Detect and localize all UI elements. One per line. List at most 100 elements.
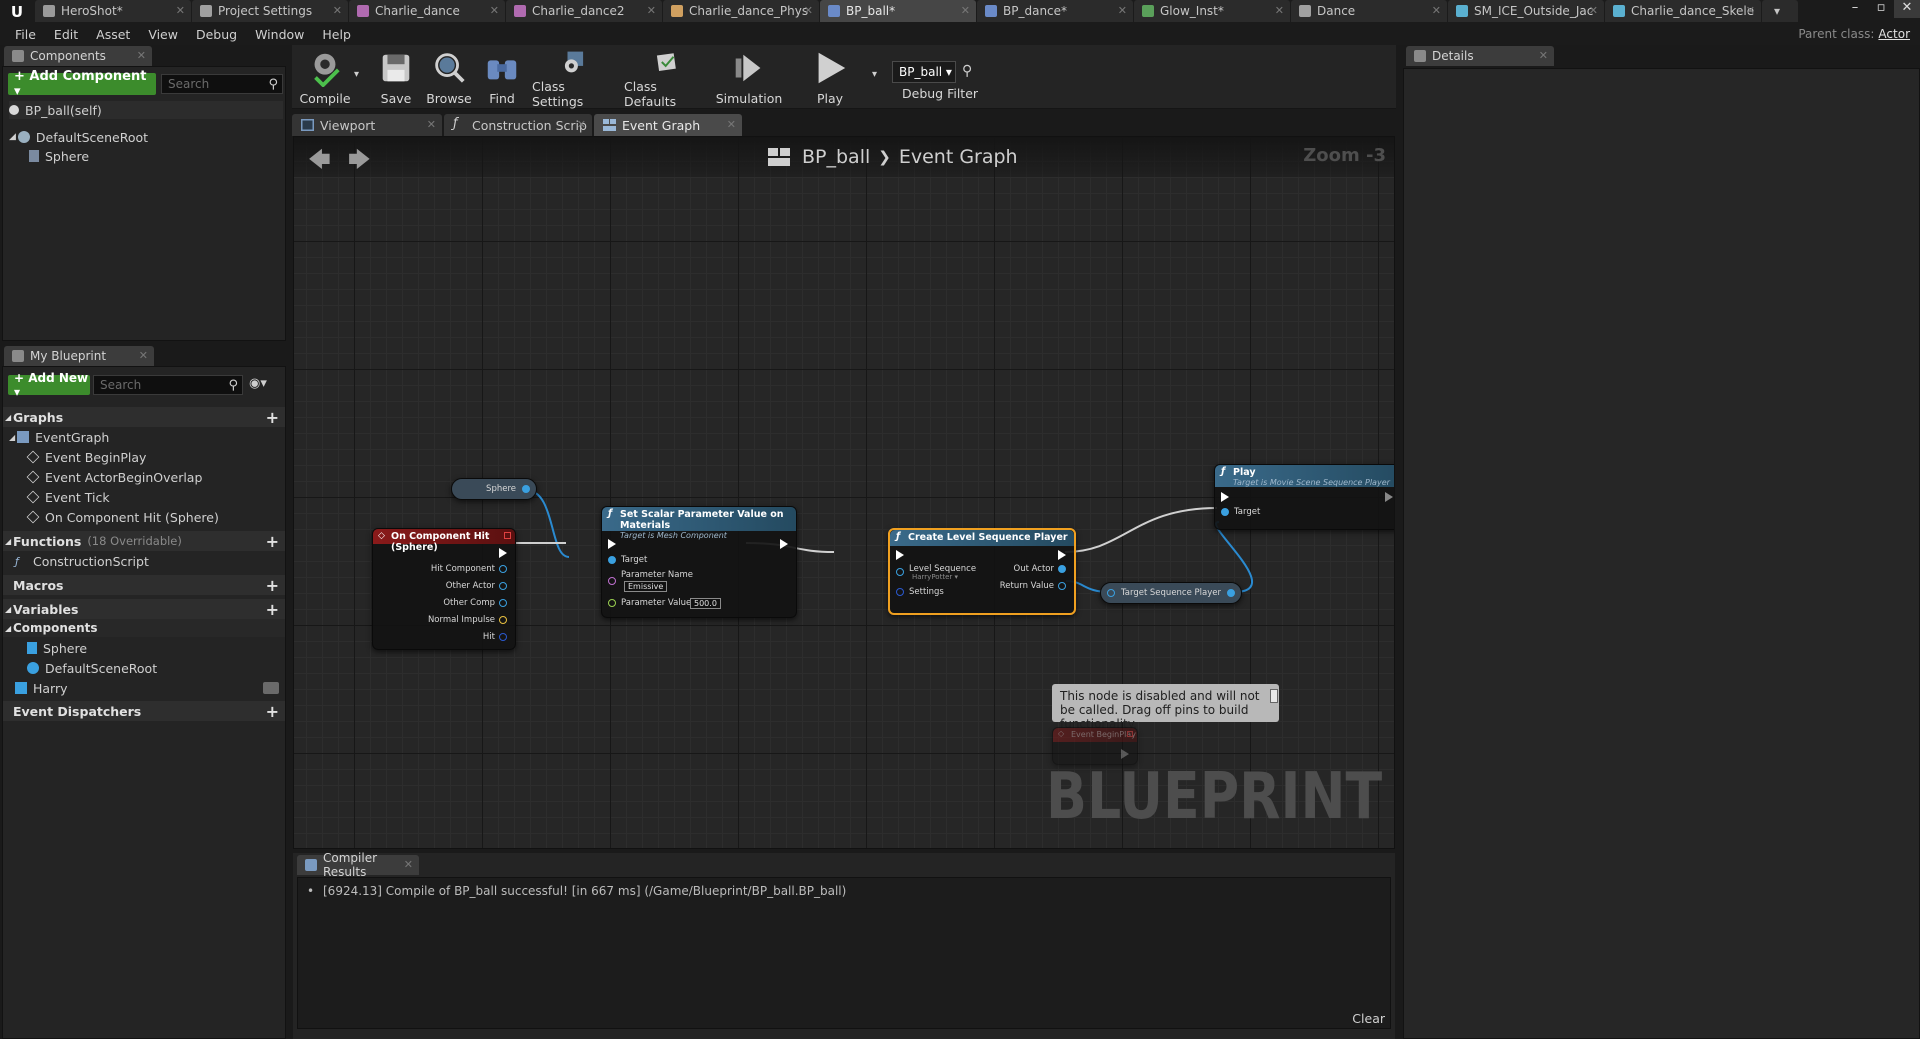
doc-tab-glow-inst[interactable]: Glow_Inst* ✕ <box>1134 0 1290 22</box>
close-window-button[interactable]: ✕ <box>1894 0 1920 18</box>
settings-pin[interactable] <box>896 588 904 596</box>
compile-button[interactable]: Compile <box>298 49 352 109</box>
component-tree-item-sphere[interactable]: Sphere <box>29 147 89 165</box>
compiler-results-tab[interactable]: Compiler Results ✕ <box>297 851 419 879</box>
delegate-pin-icon[interactable] <box>1127 731 1133 737</box>
node-create-level-sequence-player[interactable]: ƒ Create Level Sequence Player Level Seq… <box>888 528 1076 615</box>
exec-out-pin[interactable] <box>1385 492 1393 502</box>
components-panel-tab[interactable]: Components ✕ <box>4 46 152 66</box>
menu-asset[interactable]: Asset <box>87 27 139 42</box>
target-pin[interactable] <box>1107 589 1115 597</box>
close-icon[interactable]: ✕ <box>139 349 148 362</box>
variable-item-harry[interactable]: Harry <box>15 679 283 697</box>
add-macro-button[interactable]: + <box>266 576 279 595</box>
view-options-eye-icon[interactable]: ◉▾ <box>249 376 267 391</box>
menu-help[interactable]: Help <box>313 27 360 42</box>
hit-component-pin[interactable] <box>499 565 507 573</box>
event-dispatchers-section-header[interactable]: Event Dispatchers + <box>3 701 285 721</box>
doc-tab-charlie-dance2[interactable]: Charlie_dance2 ✕ <box>506 0 662 22</box>
hit-result-pin[interactable] <box>499 633 507 641</box>
clear-button[interactable]: Clear <box>1352 1011 1385 1026</box>
class-defaults-button[interactable]: Class Defaults <box>624 49 710 109</box>
add-function-button[interactable]: + <box>266 532 279 551</box>
macros-section-header[interactable]: Macros + <box>3 575 285 595</box>
variables-section-header[interactable]: ◢ Variables + <box>3 599 285 619</box>
find-button[interactable]: Find <box>480 49 524 109</box>
level-sequence-dropdown[interactable]: HarryPotter ▾ <box>912 573 958 581</box>
add-component-button[interactable]: + Add Component ▾ <box>8 69 156 99</box>
add-graph-button[interactable]: + <box>266 408 279 427</box>
add-new-button[interactable]: + Add New ▾ <box>8 371 90 399</box>
menu-view[interactable]: View <box>139 27 187 42</box>
function-item-constructionscript[interactable]: ƒ ConstructionScript <box>15 552 149 570</box>
close-icon[interactable]: ✕ <box>404 858 413 871</box>
parameter-name-pin[interactable] <box>608 577 616 585</box>
close-icon[interactable]: ✕ <box>577 118 586 131</box>
level-sequence-pin[interactable] <box>896 568 904 576</box>
menu-edit[interactable]: Edit <box>45 27 87 42</box>
close-icon[interactable]: ✕ <box>961 4 970 17</box>
exec-out-pin[interactable] <box>780 539 788 549</box>
menu-window[interactable]: Window <box>246 27 313 42</box>
event-item-oncomponenthit[interactable]: On Component Hit (Sphere) <box>26 508 219 526</box>
menu-debug[interactable]: Debug <box>187 27 246 42</box>
exec-in-pin[interactable] <box>896 550 904 560</box>
graphs-section-header[interactable]: ◢ Graphs + <box>3 407 285 427</box>
close-icon[interactable]: ✕ <box>137 49 146 62</box>
close-icon[interactable]: ✕ <box>490 4 499 17</box>
exec-in-pin[interactable] <box>608 539 616 549</box>
debug-filter-select[interactable]: BP_ball ▾ <box>892 61 956 83</box>
functions-section-header[interactable]: ◢ Functions (18 Overridable) + <box>3 531 285 551</box>
play-options-chevron-icon[interactable]: ▾ <box>872 69 877 80</box>
doc-tab-charlie-dance[interactable]: Charlie_dance ✕ <box>349 0 505 22</box>
play-button[interactable]: Play <box>808 49 852 109</box>
save-button[interactable]: Save <box>374 49 418 109</box>
my-blueprint-search-input[interactable]: Search ⚲ <box>93 375 243 395</box>
target-pin[interactable] <box>1221 508 1229 516</box>
self-component-row[interactable]: BP_ball(self) <box>9 101 283 119</box>
close-icon[interactable]: ✕ <box>333 4 342 17</box>
node-sequence-player-getter[interactable]: Target Sequence Player <box>1100 582 1242 604</box>
close-icon[interactable]: ✕ <box>1539 49 1548 62</box>
target-pin[interactable] <box>608 556 616 564</box>
normal-impulse-pin[interactable] <box>499 616 507 624</box>
event-graph-canvas[interactable]: 🡄 🡆 BP_ball ❯ Event Graph Zoom -3 Sphere <box>293 136 1395 849</box>
doc-tab-project-settings[interactable]: Project Settings ✕ <box>192 0 348 22</box>
parent-class-link[interactable]: Actor <box>1878 27 1910 41</box>
node-set-scalar-parameter[interactable]: ƒ Set Scalar Parameter Value on Material… <box>601 506 797 618</box>
exec-out-pin[interactable] <box>499 548 507 558</box>
close-icon[interactable]: ✕ <box>1432 4 1441 17</box>
search-icon[interactable]: ⚲ <box>962 63 972 79</box>
event-item-tick[interactable]: Event Tick <box>26 488 110 506</box>
maximize-button[interactable]: ▫ <box>1868 0 1894 18</box>
minimize-button[interactable]: – <box>1842 0 1868 18</box>
close-icon[interactable]: ✕ <box>1275 4 1284 17</box>
doc-tab-bp-ball[interactable]: BP_ball* ✕ <box>820 0 976 22</box>
doc-tab-overflow[interactable]: ▾ <box>1762 0 1798 22</box>
my-blueprint-panel-tab[interactable]: My Blueprint ✕ <box>4 346 154 366</box>
menu-file[interactable]: File <box>6 27 45 42</box>
node-play[interactable]: ƒ Play Target is Movie Scene Sequence Pl… <box>1214 464 1394 530</box>
doc-tab-dance[interactable]: Dance ✕ <box>1291 0 1447 22</box>
close-icon[interactable]: ✕ <box>1589 4 1598 17</box>
parameter-value-pin[interactable] <box>608 599 616 607</box>
close-icon[interactable]: ✕ <box>647 4 656 17</box>
close-icon[interactable]: ✕ <box>804 4 813 17</box>
doc-tab-heroshot[interactable]: HeroShot* ✕ <box>35 0 191 22</box>
doc-tab-charlie-dance-skele[interactable]: Charlie_dance_Skele ✕ <box>1605 0 1761 22</box>
other-actor-pin[interactable] <box>499 582 507 590</box>
node-sphere-getter[interactable]: Sphere <box>451 478 537 500</box>
close-icon[interactable]: ✕ <box>176 4 185 17</box>
component-tree-item-defaultsceneroot[interactable]: ◢ DefaultSceneRoot <box>9 128 148 146</box>
event-item-beginplay[interactable]: Event BeginPlay <box>26 448 146 466</box>
return-value-pin[interactable] <box>1058 582 1066 590</box>
components-search-input[interactable]: Search ⚲ <box>161 74 283 94</box>
add-variable-button[interactable]: + <box>266 600 279 619</box>
exec-out-pin[interactable] <box>1058 550 1066 560</box>
node-on-component-hit[interactable]: ◇ On Component Hit (Sphere) Hit Componen… <box>372 528 516 650</box>
doc-tab-charlie-dance-phys[interactable]: Charlie_dance_Phys ✕ <box>663 0 819 22</box>
tab-construction-script[interactable]: ƒ Construction Scrip ✕ <box>444 114 592 136</box>
out-actor-pin[interactable] <box>1058 565 1066 573</box>
parameter-value-field[interactable]: 500.0 <box>690 598 721 609</box>
class-settings-button[interactable]: Class Settings <box>532 49 616 109</box>
